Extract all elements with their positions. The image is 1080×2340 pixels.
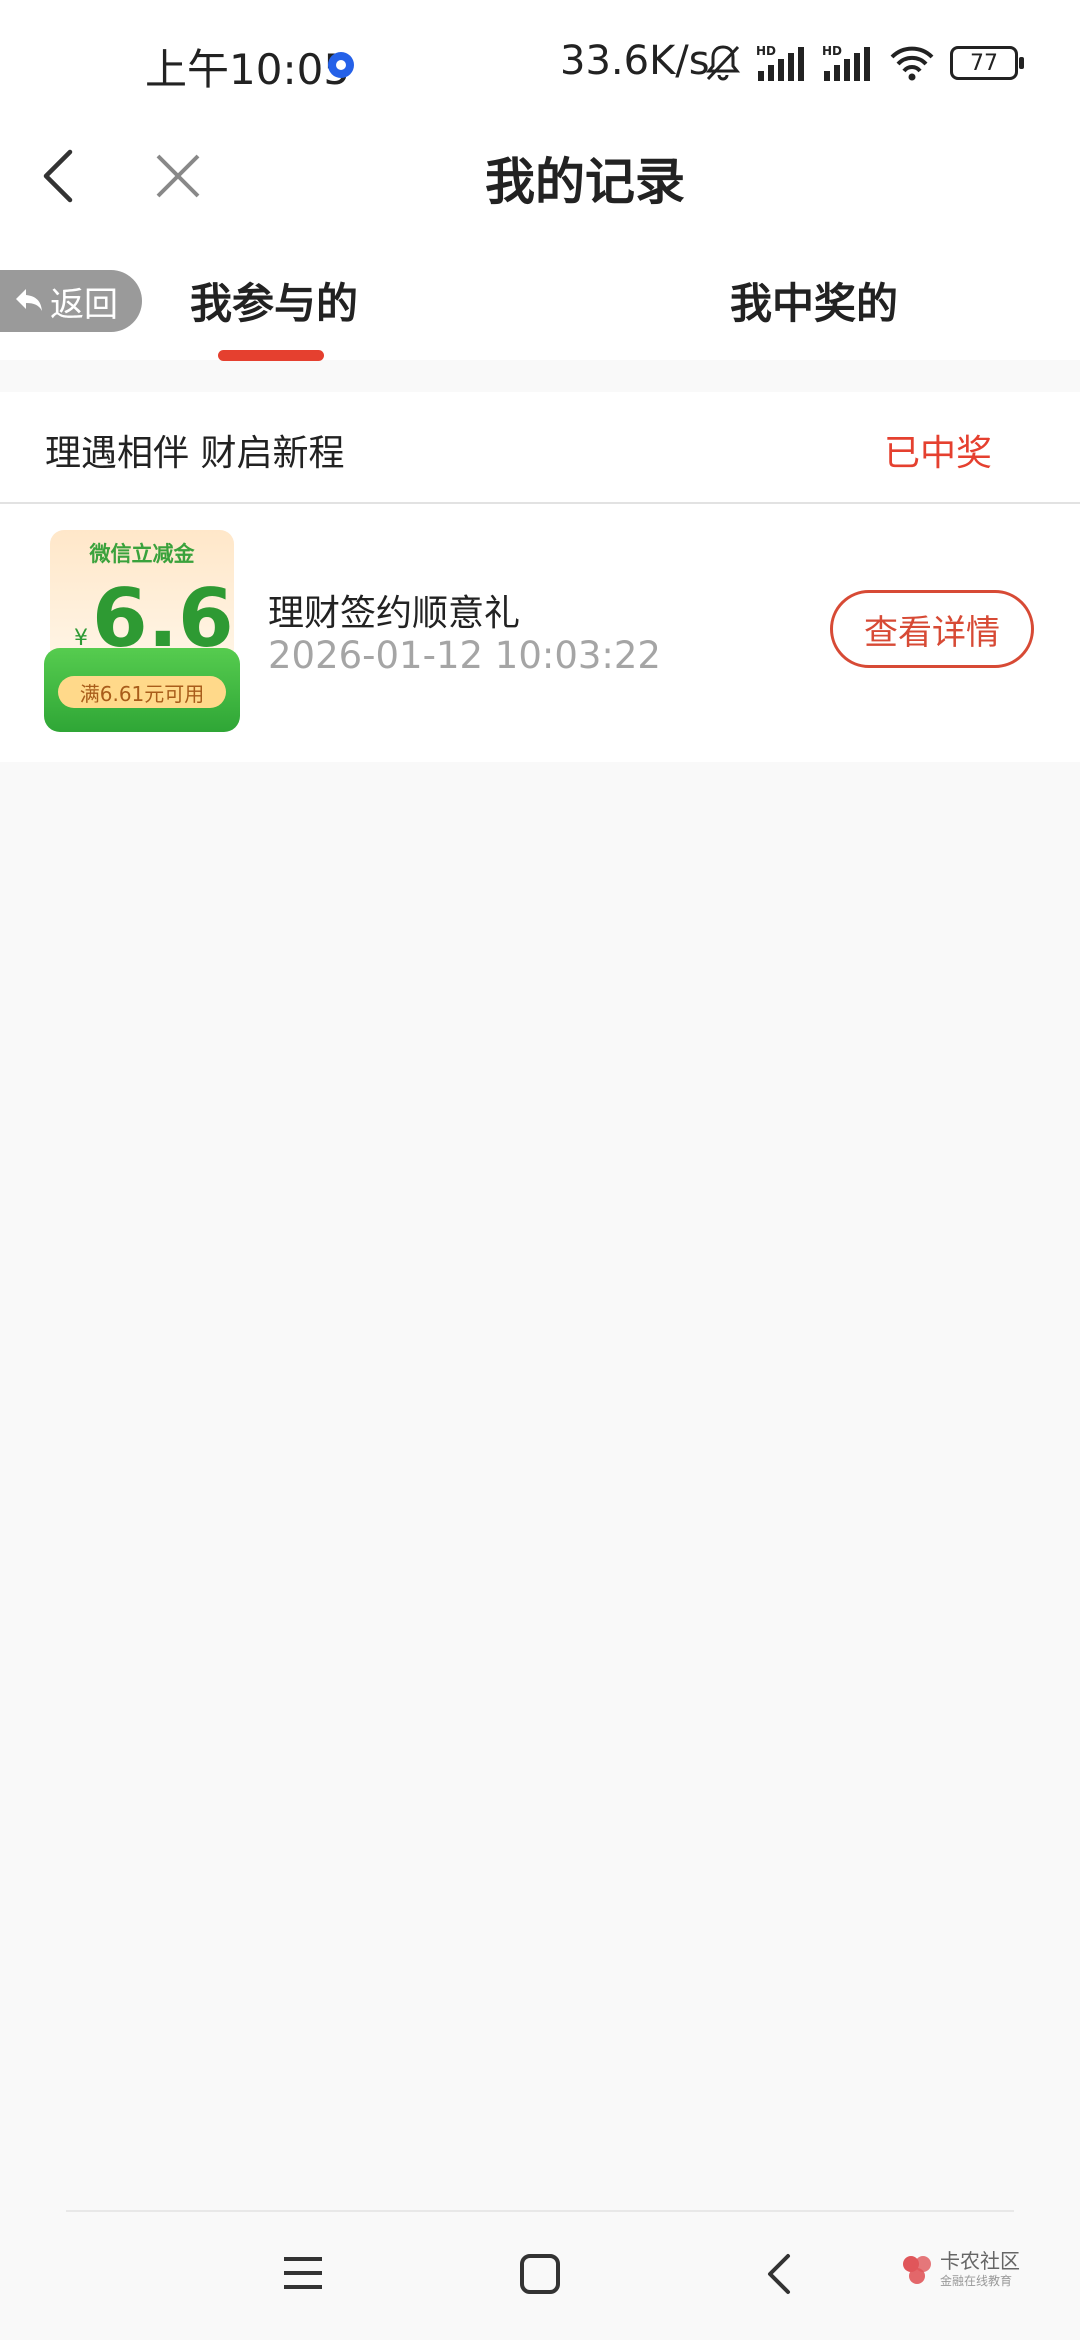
prize-name: 理财签约顺意礼 (268, 593, 521, 634)
svg-text:HD: HD (822, 44, 842, 58)
network-speed: 33.6K/s (560, 38, 710, 84)
tab-participated[interactable]: 我参与的 (190, 270, 358, 331)
coupon-value: 6.6 (92, 572, 234, 665)
status-icons: HD HD 77 (704, 38, 1024, 88)
wifi-icon (890, 46, 934, 81)
home-icon[interactable] (520, 2254, 560, 2294)
return-button[interactable]: 返回 (0, 270, 142, 332)
watermark: 卡农社区 金融在线教育 (900, 2250, 1020, 2289)
view-details-button[interactable]: 查看详情 (830, 590, 1034, 668)
watermark-logo-icon (903, 2255, 931, 2284)
coupon-currency: ¥ (74, 626, 88, 651)
battery-icon: 77 (950, 46, 1024, 80)
coupon-label: 微信立减金 (89, 542, 195, 566)
return-arrow-icon (16, 289, 42, 311)
location-indicator-icon (328, 52, 354, 78)
prize-time: 2026-01-12 10:03:22 (268, 634, 661, 677)
mute-bell-icon (705, 45, 741, 81)
activity-title: 理遇相伴 财启新程 (45, 433, 345, 474)
page-title: 我的记录 (485, 153, 685, 211)
return-button-label: 返回 (50, 284, 118, 325)
coupon-condition: 满6.61元可用 (58, 676, 226, 708)
back-nav-icon[interactable] (760, 2252, 800, 2296)
watermark-subtitle: 金融在线教育 (940, 2274, 1013, 2288)
signal-hd-icon: HD (756, 44, 804, 81)
active-tab-indicator (218, 350, 324, 361)
tab-won[interactable]: 我中奖的 (730, 270, 898, 331)
signal-hd-icon-2: HD (822, 44, 870, 81)
coupon-image: 微信立减金 ¥ 6.6 满6.61元可用 (44, 530, 240, 732)
status-time: 上午10:05 (145, 45, 351, 94)
watermark-title: 卡农社区 (940, 2249, 1020, 2273)
status-badge: 已中奖 (884, 433, 993, 474)
battery-level: 77 (970, 50, 998, 76)
menu-icon[interactable] (282, 2255, 324, 2291)
svg-text:HD: HD (756, 44, 776, 58)
